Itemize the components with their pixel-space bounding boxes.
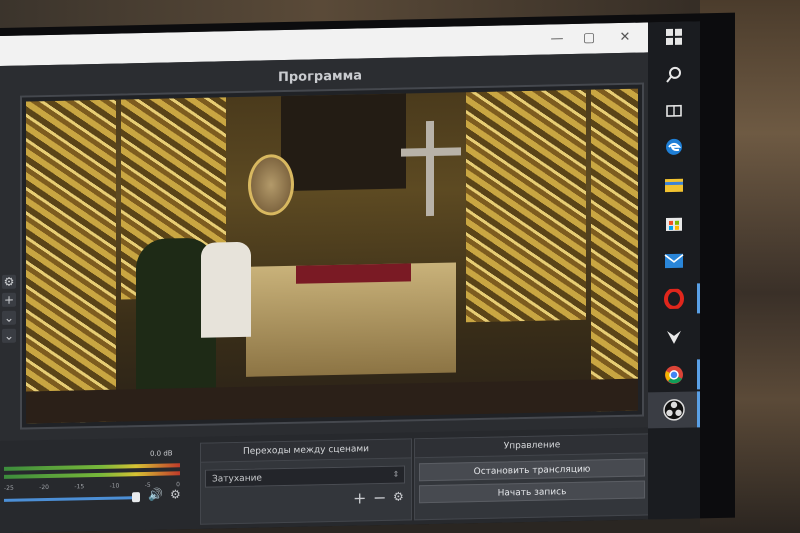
windows-taskbar	[648, 21, 700, 520]
gear-icon[interactable]: ⚙	[393, 490, 404, 504]
windows-icon[interactable]	[661, 24, 687, 51]
transitions-title: Переходы между сценами	[201, 439, 411, 463]
speaker-icon[interactable]: 🔊	[148, 488, 163, 502]
plus-icon[interactable]: +	[2, 292, 16, 307]
mail-icon[interactable]	[661, 248, 687, 275]
obs-icon[interactable]	[661, 397, 687, 424]
tick-label: -10	[109, 482, 120, 490]
obs-main-area: Программа ⚙ + ⌄ ⌄ 0.0 dB -25 -20 -15 -10…	[0, 52, 650, 533]
chevron-down-icon[interactable]: ⌄	[2, 328, 16, 343]
bottom-docks: 0.0 dB -25 -20 -15 -10 -5 0 🔊 ⚙ Переходы…	[0, 427, 650, 533]
audio-mixer: 0.0 dB -25 -20 -15 -10 -5 0 🔊 ⚙	[0, 443, 190, 533]
maximize-button[interactable]: ▢	[580, 29, 598, 47]
cross-icon	[426, 120, 434, 217]
controls-title: Управление	[415, 434, 649, 459]
close-button[interactable]: ✕	[616, 29, 634, 47]
dark-icon-panel	[281, 93, 406, 192]
screen: — ▢ ✕ Программа ⚙ + ⌄ ⌄ 0.0 dB -25 -20 -…	[0, 21, 700, 533]
search-icon[interactable]	[661, 62, 687, 89]
chevron-updown-icon: ⇕	[392, 469, 400, 479]
program-preview[interactable]	[20, 82, 644, 430]
gilded-column-right	[591, 88, 638, 412]
active-indicator	[697, 283, 700, 314]
minimize-button[interactable]: —	[548, 30, 566, 48]
app-icon[interactable]	[661, 324, 687, 351]
gilded-column-left	[26, 99, 116, 424]
floor	[26, 378, 638, 424]
audio-meter	[4, 463, 180, 471]
minus-icon[interactable]: −	[373, 488, 386, 507]
file-explorer-icon[interactable]	[661, 172, 687, 199]
gear-icon[interactable]: ⚙	[2, 274, 16, 289]
tick-label: -25	[4, 484, 14, 492]
stop-stream-button[interactable]: Остановить трансляцию	[419, 458, 645, 482]
controls-panel: Управление Остановить трансляцию Начать …	[414, 433, 650, 521]
start-record-button[interactable]: Начать запись	[419, 480, 645, 504]
chevron-down-icon[interactable]: ⌄	[2, 310, 16, 325]
tick-label: -20	[39, 483, 49, 492]
opera-icon[interactable]	[661, 286, 687, 313]
transition-select[interactable]: Затухание ⇕	[205, 465, 405, 488]
audio-meter	[4, 471, 180, 479]
server-figure	[201, 241, 251, 338]
video-frame	[26, 88, 638, 424]
tick-label: -15	[74, 483, 85, 491]
altar-cloth	[296, 263, 411, 284]
chrome-icon[interactable]	[661, 362, 687, 389]
active-indicator	[697, 391, 700, 428]
store-icon[interactable]	[661, 210, 687, 237]
round-icon	[248, 153, 294, 216]
volume-slider[interactable]	[4, 496, 138, 502]
db-readout: 0.0 dB	[150, 449, 173, 458]
task-view-icon[interactable]	[661, 98, 687, 125]
gear-icon[interactable]: ⚙	[170, 487, 181, 501]
transition-select-value: Затухание	[212, 473, 262, 485]
edge-icon[interactable]	[661, 134, 687, 161]
plus-icon[interactable]: +	[353, 488, 366, 507]
volume-slider-handle[interactable]	[132, 492, 140, 503]
active-indicator	[697, 359, 700, 390]
left-dock: ⚙ + ⌄ ⌄	[0, 271, 20, 371]
transitions-panel: Переходы между сценами Затухание ⇕ + − ⚙	[200, 438, 412, 525]
cross-bar	[401, 147, 461, 157]
gilded-carving-right	[466, 89, 586, 323]
